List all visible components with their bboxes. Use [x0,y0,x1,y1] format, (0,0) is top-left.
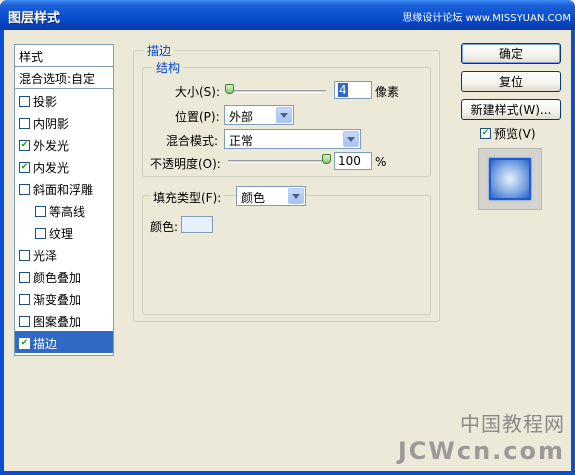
size-value: 4 [338,83,348,97]
position-value: 外部 [229,110,254,124]
style-item[interactable]: 图案叠加 [15,309,113,331]
style-item[interactable]: 等高线 [15,199,113,221]
preview-swatch [489,158,531,200]
position-select[interactable]: 外部 [224,105,294,125]
size-unit: 像素 [375,85,400,99]
style-item[interactable]: ✔ 内发光 [15,155,113,177]
style-item[interactable]: 内阴影 [15,111,113,133]
watermark-cn: 中国教程网 [460,412,565,436]
checkbox-icon[interactable] [35,228,46,239]
style-item-label: 内发光 [33,161,70,175]
checkbox-icon[interactable] [19,118,30,129]
opacity-slider-thumb[interactable] [322,154,331,164]
opacity-value: 100 [338,154,361,168]
checkbox-icon[interactable] [35,206,46,217]
ok-button[interactable]: 确定 [461,43,561,64]
checkbox-icon[interactable] [19,272,30,283]
style-item[interactable]: ✔ 描边 [15,331,113,353]
watermark-en: JCWcn.com [397,437,565,465]
style-item[interactable]: 纹理 [15,221,113,243]
fill-type-select[interactable]: 颜色 [236,186,306,206]
size-label: 大小(S): [175,85,221,99]
style-preview [478,148,542,210]
new-style-button[interactable]: 新建样式(W)... [461,99,561,120]
structure-group-title: 结构 [153,59,184,76]
size-slider-thumb[interactable] [225,84,234,94]
blend-mode-value: 正常 [229,134,254,148]
opacity-label: 不透明度(O): [150,157,221,171]
style-item-label: 等高线 [49,205,86,219]
style-item-label: 纹理 [49,227,74,241]
styles-header[interactable]: 样式 [15,45,113,67]
style-item[interactable]: 渐变叠加 [15,287,113,309]
size-input[interactable]: 4 [334,81,372,99]
blend-mode-select[interactable]: 正常 [224,129,361,149]
styles-list: 样式 混合选项:自定 投影 内阴影 ✔ 外发光 ✔ 内发光 斜面和浮雕 等高线 纹理 光泽 颜色叠加… [14,44,114,356]
stroke-group-title: 描边 [144,42,175,59]
style-item-label: 内阴影 [33,117,70,131]
style-item-label: 投影 [33,95,58,109]
chevron-down-icon[interactable] [276,107,292,123]
style-item[interactable]: 投影 [15,89,113,111]
color-label: 颜色: [150,220,179,234]
checkbox-icon[interactable]: ✔ [19,162,30,173]
reset-button[interactable]: 复位 [461,71,561,92]
chevron-down-icon[interactable] [343,131,359,147]
window-border-right [571,30,575,475]
preview-label: 预览(V) [494,127,536,141]
style-item-label: 颜色叠加 [33,271,82,285]
fill-type-value: 颜色 [241,191,266,205]
style-item-label: 外发光 [33,139,70,153]
blend-mode-label: 混合模式: [166,134,219,148]
style-item-label: 描边 [33,337,58,351]
color-swatch[interactable] [181,216,213,233]
fill-type-group [142,195,431,315]
style-item-label: 斜面和浮雕 [33,183,94,197]
style-item-label: 渐变叠加 [33,293,82,307]
style-item[interactable]: 光泽 [15,243,113,265]
checkbox-icon[interactable] [19,316,30,327]
preview-checkbox[interactable]: ✔ 预览(V) [480,125,536,142]
checkbox-icon[interactable]: ✔ [19,338,30,349]
style-item[interactable]: ✔ 外发光 [15,133,113,155]
corner-watermark: 中国教程网 JCWcn.com [398,408,565,465]
checkbox-icon[interactable]: ✔ [19,140,30,151]
chevron-down-icon[interactable] [288,188,304,204]
checkbox-icon[interactable] [19,250,30,261]
window-title: 图层样式 [8,11,61,26]
opacity-unit: % [375,155,387,169]
style-item-label: 光泽 [33,249,58,263]
opacity-slider-track[interactable] [228,160,326,163]
opacity-input[interactable]: 100 [334,152,372,170]
checkbox-icon[interactable] [19,96,30,107]
blending-options-item[interactable]: 混合选项:自定 [15,67,113,89]
checkbox-icon[interactable] [19,184,30,195]
window-border-left [0,30,4,475]
checkbox-icon[interactable]: ✔ [480,128,491,139]
position-label: 位置(P): [175,110,220,124]
style-item[interactable]: 斜面和浮雕 [15,177,113,199]
size-slider-track[interactable] [228,90,326,93]
checkbox-icon[interactable] [19,294,30,305]
fill-type-label: 填充类型(F): [150,189,225,206]
style-item[interactable]: 颜色叠加 [15,265,113,287]
style-item-label: 图案叠加 [33,315,82,329]
watermark-text: 思缘设计论坛 www.MISSYUAN.COM [402,13,571,24]
window-border-bottom [0,471,575,475]
title-bar: 图层样式 思缘设计论坛 www.MISSYUAN.COM [0,0,575,30]
